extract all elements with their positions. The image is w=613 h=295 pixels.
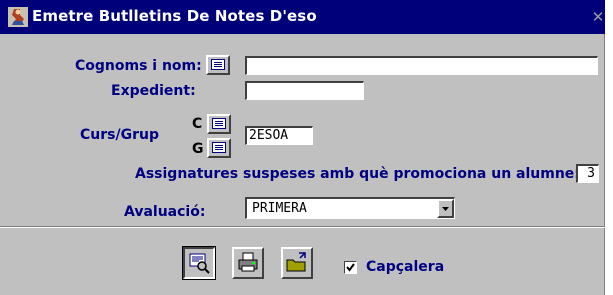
cursgrup-input[interactable]: 2ESOA	[245, 126, 313, 145]
avaluacio-selected-value: PRIMERA	[252, 201, 307, 216]
expedient-input[interactable]	[245, 81, 364, 100]
capcalera-label[interactable]: Capçalera	[366, 259, 444, 275]
curs-list-button[interactable]	[207, 114, 231, 134]
list-icon	[212, 118, 226, 129]
avaluacio-select[interactable]: PRIMERA	[245, 197, 455, 219]
checkmark-icon	[346, 263, 355, 272]
print-button[interactable]	[232, 247, 264, 279]
grup-letter: G	[192, 141, 204, 157]
cognoms-label: Cognoms i nom:	[75, 58, 202, 74]
avaluacio-dropdown-button[interactable]	[437, 199, 454, 218]
assignatures-label: Assignatures suspeses amb què promociona…	[135, 166, 580, 182]
separator	[0, 226, 605, 228]
export-folder-icon	[286, 252, 306, 272]
cognoms-input[interactable]	[245, 56, 598, 75]
app-icon	[8, 7, 28, 27]
cognoms-list-button[interactable]	[206, 55, 230, 75]
title-bar[interactable]: Emetre Butlletins De Notes D'eso ✕	[0, 0, 605, 34]
assignatures-input[interactable]: 3	[576, 164, 599, 183]
export-button[interactable]	[281, 247, 313, 279]
avaluacio-label: Avaluació:	[124, 204, 206, 220]
printer-icon	[238, 252, 258, 272]
list-icon	[212, 142, 226, 153]
cursgrup-label: Curs/Grup	[80, 127, 159, 143]
preview-icon	[189, 253, 210, 274]
grup-list-button[interactable]	[207, 138, 231, 158]
preview-button[interactable]	[182, 246, 216, 280]
dropdown-arrow-icon	[442, 207, 449, 211]
window-title: Emetre Butlletins De Notes D'eso	[32, 7, 317, 25]
expedient-label: Expedient:	[111, 83, 196, 99]
list-icon	[211, 59, 225, 70]
capcalera-checkbox[interactable]	[344, 261, 357, 274]
window: Emetre Butlletins De Notes D'eso ✕ Cogno…	[0, 0, 605, 295]
close-icon[interactable]: ✕	[591, 9, 605, 25]
curs-letter: C	[192, 116, 203, 132]
